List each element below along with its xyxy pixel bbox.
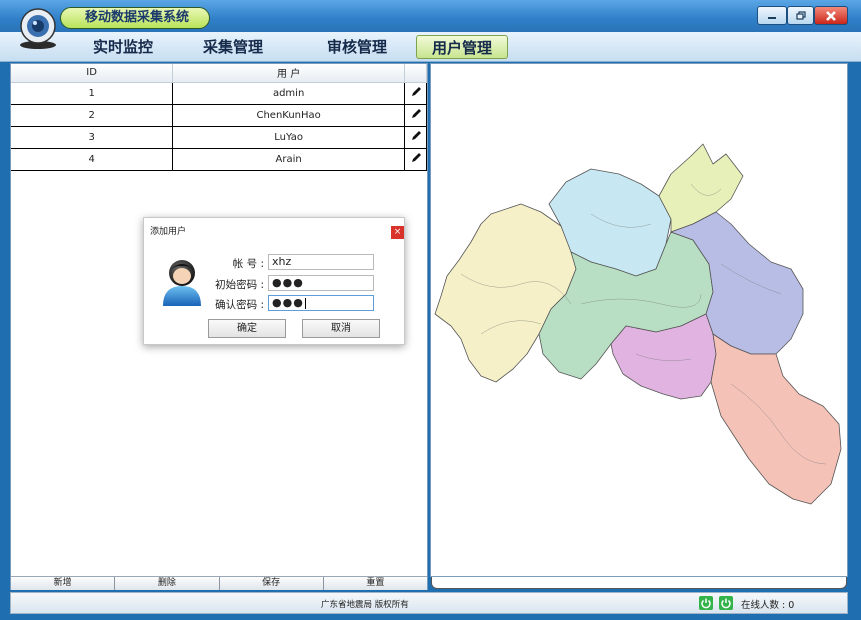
column-header-id[interactable]: ID (11, 64, 174, 83)
close-icon (826, 10, 836, 21)
minimize-button[interactable] (757, 6, 787, 25)
account-label: 帐 号 : (232, 258, 264, 270)
power-symbol-icon (721, 598, 731, 609)
menu-bar: 实时监控 采集管理 审核管理 用户管理 (0, 32, 861, 62)
cell-id: 4 (11, 147, 174, 171)
menu-user-management[interactable]: 用户管理 (416, 35, 508, 59)
app-title: 移动数据采集系统 (60, 7, 210, 29)
add-user-dialog: 添加用户 × 帐 号 : xhz 初始密码 : ●●● 确认密码 : ●●● 确… (143, 217, 405, 345)
text-caret (304, 297, 306, 309)
close-button[interactable] (814, 6, 848, 25)
map-horizontal-scrollbar[interactable] (431, 577, 847, 589)
cell-user: Arain (172, 147, 405, 171)
app-window: 移动数据采集系统 实时监控 采集管理 审核管理 用户管理 ID 用 户 1 ad… (0, 0, 861, 620)
column-header-edit (404, 64, 427, 83)
menu-realtime-monitor[interactable]: 实时监控 (78, 35, 168, 59)
reset-button[interactable]: 重置 (324, 577, 427, 590)
map-region-north[interactable] (658, 143, 744, 233)
pencil-icon (411, 86, 421, 96)
edit-button[interactable] (404, 103, 427, 127)
restore-button[interactable] (787, 6, 814, 25)
title-bar: 移动数据采集系统 (0, 0, 861, 32)
cell-user: LuYao (172, 125, 405, 149)
confirm-password-input[interactable]: ●●● (268, 295, 374, 311)
table-row[interactable]: 3 LuYao (11, 125, 427, 149)
cell-user: admin (172, 81, 405, 105)
cancel-button[interactable]: 取消 (302, 319, 380, 338)
region-map[interactable] (431, 64, 847, 576)
table-row[interactable]: 1 admin (11, 81, 427, 105)
save-button[interactable]: 保存 (220, 577, 324, 590)
user-toolbar: 新增 删除 保存 重置 (11, 576, 427, 590)
column-header-user[interactable]: 用 户 (172, 64, 405, 83)
initial-password-input[interactable]: ●●● (268, 275, 374, 291)
power-icon[interactable] (719, 596, 733, 610)
power-icon[interactable] (699, 596, 713, 610)
dialog-title: 添加用户 (150, 227, 187, 237)
edit-button[interactable] (404, 125, 427, 149)
confirm-password-label: 确认密码 : (215, 299, 264, 311)
webcam-logo-icon (20, 8, 56, 49)
minimize-icon (768, 16, 776, 19)
initial-password-row: 初始密码 : ●●● (204, 275, 404, 293)
account-input[interactable]: xhz (268, 254, 374, 270)
cell-id: 3 (11, 125, 174, 149)
pencil-icon (411, 130, 421, 140)
menu-review-management[interactable]: 审核管理 (312, 35, 402, 59)
pencil-icon (411, 152, 421, 162)
pencil-icon (411, 108, 421, 118)
user-table: ID 用 户 1 admin 2 ChenKunHao 3 LuYao 4 Ar… (11, 64, 427, 171)
edit-button[interactable] (404, 147, 427, 171)
edit-button[interactable] (404, 81, 427, 105)
user-avatar-icon (163, 260, 201, 306)
cell-id: 1 (11, 81, 174, 105)
confirm-password-row: 确认密码 : ●●● (204, 295, 404, 313)
menu-collection-management[interactable]: 采集管理 (188, 35, 278, 59)
online-users-count: 在线人数 : 0 (741, 600, 795, 611)
cell-id: 2 (11, 103, 174, 127)
initial-password-label: 初始密码 : (215, 279, 264, 291)
map-panel (430, 63, 848, 577)
status-bar: 广东省地震局 版权所有 在线人数 : 0 (10, 592, 848, 614)
table-row[interactable]: 2 ChenKunHao (11, 103, 427, 127)
table-header-row: ID 用 户 (11, 64, 427, 83)
restore-icon (795, 10, 806, 20)
cell-user: ChenKunHao (172, 103, 405, 127)
initial-password-value: ●●● (272, 276, 304, 289)
table-row[interactable]: 4 Arain (11, 147, 427, 171)
dialog-close-button[interactable]: × (391, 226, 404, 239)
power-symbol-icon (701, 598, 711, 609)
map-region-south-east[interactable] (710, 333, 842, 505)
delete-user-button[interactable]: 删除 (115, 577, 220, 590)
account-row: 帐 号 : xhz (204, 254, 404, 272)
confirm-button[interactable]: 确定 (208, 319, 286, 338)
copyright-text: 广东省地震局 版权所有 (321, 600, 409, 610)
confirm-password-value: ●●● (272, 296, 304, 309)
add-user-button[interactable]: 新增 (11, 577, 116, 590)
